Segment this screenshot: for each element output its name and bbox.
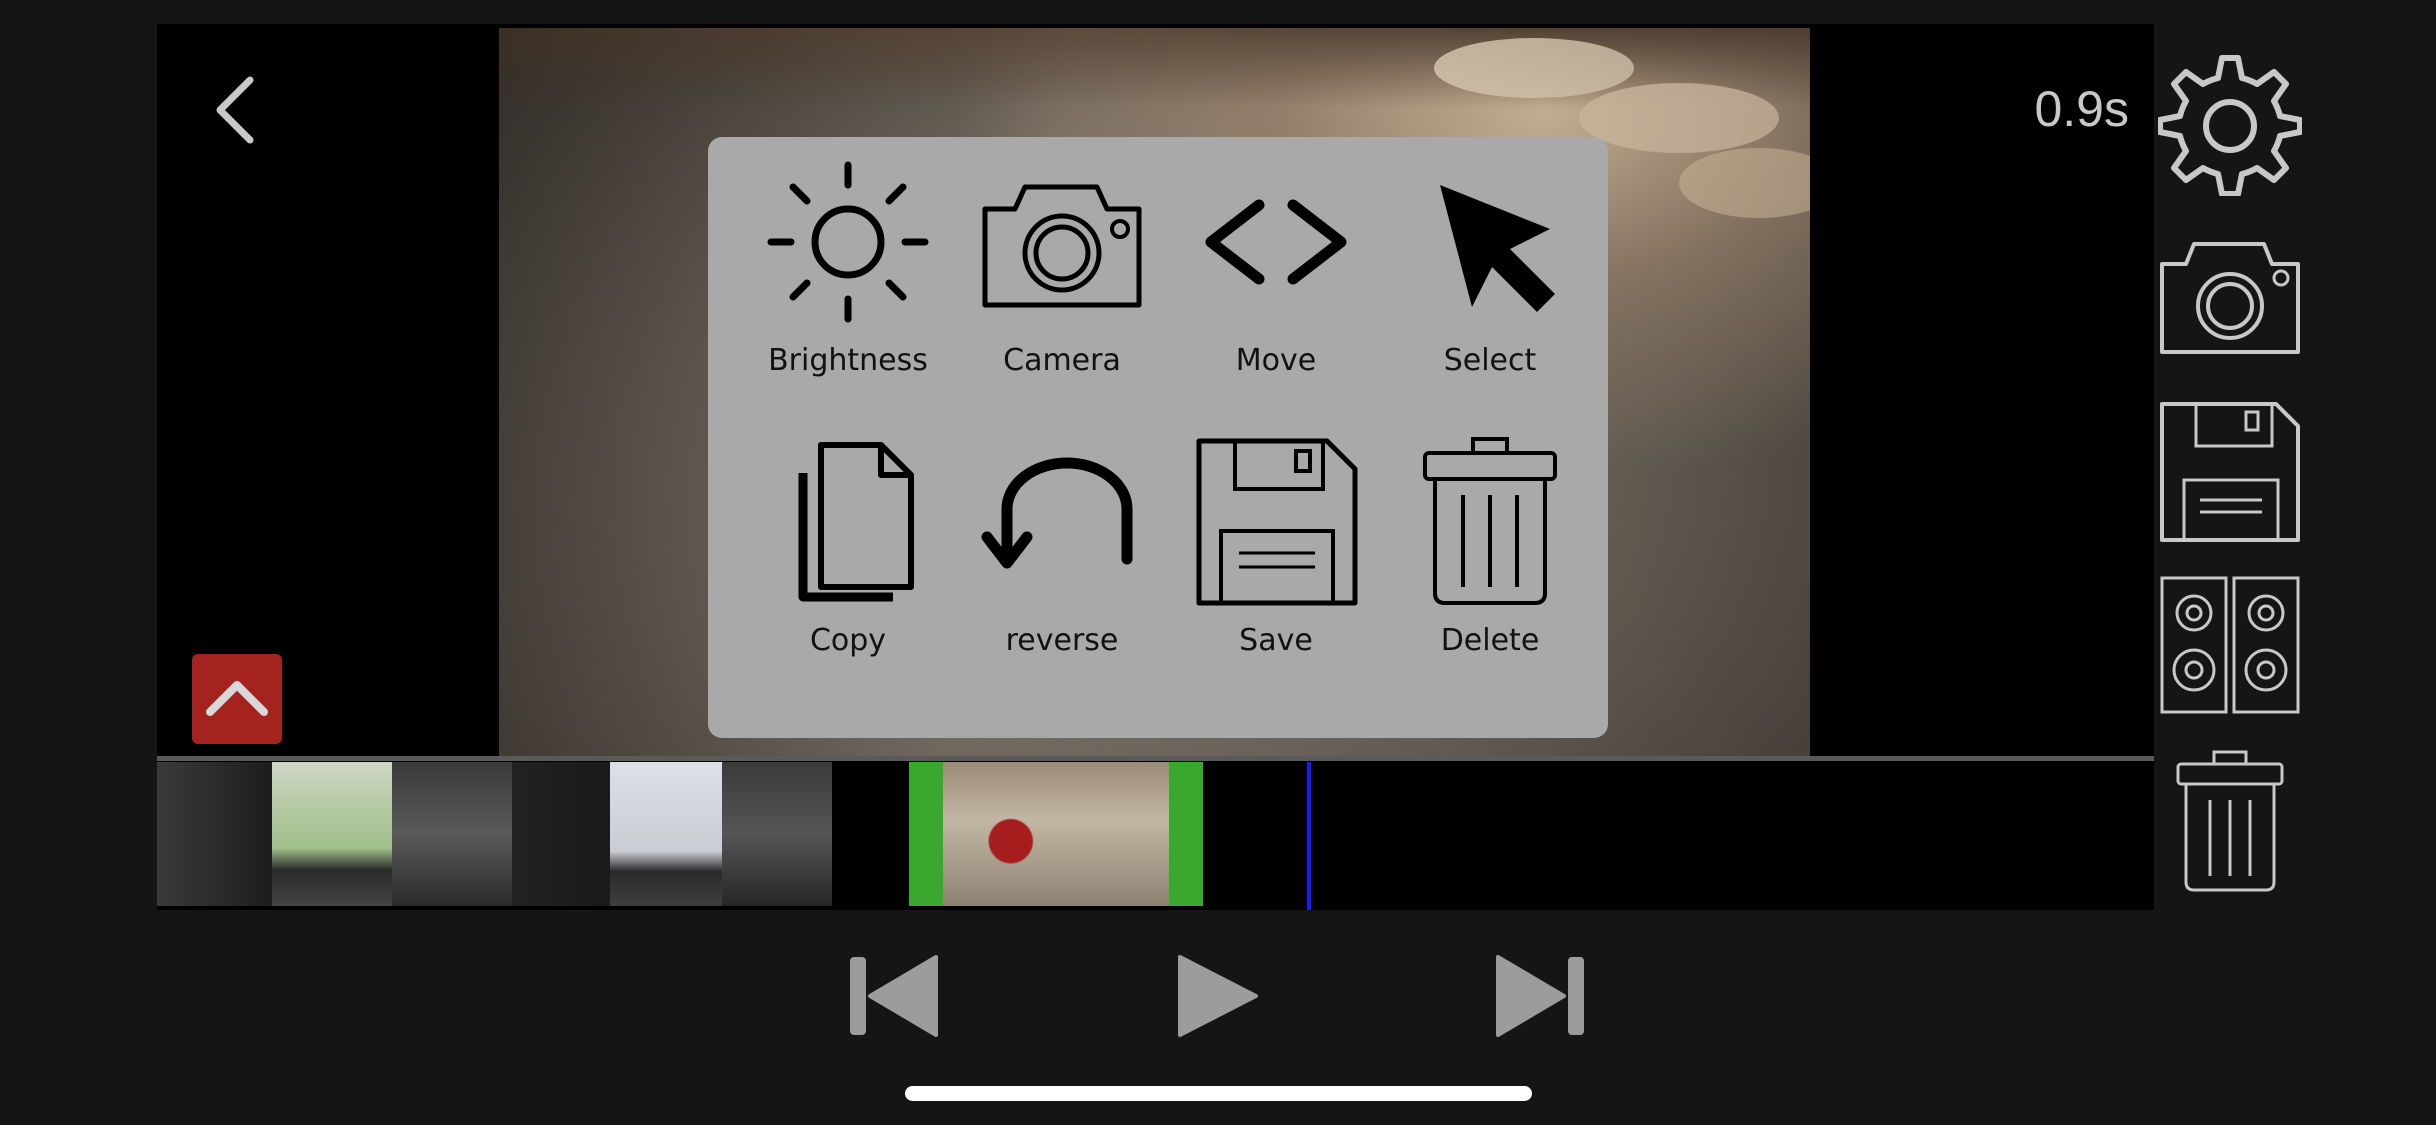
speakers-icon: [2160, 576, 2300, 714]
floppy-disk-icon: [1196, 438, 1358, 606]
menu-item-copy[interactable]: Copy: [748, 437, 948, 667]
camera-button[interactable]: [2158, 238, 2302, 363]
chevron-left-icon: [216, 76, 254, 144]
menu-item-label: reverse: [1005, 623, 1119, 658]
playhead[interactable]: [1307, 762, 1311, 910]
timeline-thumbnail[interactable]: [610, 762, 722, 906]
reverse-arrow-icon: [981, 457, 1133, 569]
skip-forward-button[interactable]: [1496, 955, 1586, 1042]
timeline-divider: [157, 756, 2154, 761]
menu-item-label: Brightness: [768, 343, 928, 378]
menu-item-select[interactable]: Select: [1390, 157, 1590, 387]
timeline-strip[interactable]: [157, 756, 2154, 910]
settings-button[interactable]: [2157, 52, 2303, 201]
home-indicator[interactable]: [905, 1086, 1532, 1101]
menu-item-label: Delete: [1440, 623, 1540, 658]
gear-icon: [2157, 55, 2303, 197]
floppy-disk-icon: [2160, 402, 2300, 542]
clip-start-handle[interactable]: [909, 762, 943, 906]
expand-panel-button[interactable]: [192, 654, 282, 744]
skip-forward-icon: [1496, 955, 1584, 1037]
trash-icon: [2176, 750, 2284, 892]
back-button[interactable]: [200, 70, 280, 150]
timeline-thumbnail[interactable]: [157, 762, 272, 906]
menu-item-brightness[interactable]: Brightness: [748, 157, 948, 387]
save-button[interactable]: [2158, 400, 2302, 549]
tools-menu-popup: Brightness Camera Move Select Copy rever…: [708, 137, 1608, 738]
copy-icon: [798, 442, 914, 602]
menu-item-reverse[interactable]: reverse: [962, 437, 1162, 667]
menu-item-move[interactable]: Move: [1176, 157, 1376, 387]
menu-item-label: Copy: [809, 623, 887, 658]
trash-icon: [1423, 437, 1557, 605]
timeline-thumbnail[interactable]: [272, 762, 392, 906]
timeline-thumbnail[interactable]: [512, 762, 610, 906]
timeline-thumbnail[interactable]: [392, 762, 512, 906]
audio-button[interactable]: [2158, 576, 2302, 721]
clip-end-handle[interactable]: [1169, 762, 1203, 906]
camera-icon: [982, 184, 1142, 308]
menu-item-label: Save: [1239, 623, 1313, 658]
camera-icon: [2160, 242, 2300, 354]
menu-item-camera[interactable]: Camera: [962, 157, 1162, 387]
chevron-up-icon: [206, 681, 268, 716]
timeline-thumbnail[interactable]: [722, 762, 832, 906]
cursor-icon: [1440, 185, 1555, 312]
skip-back-button[interactable]: [848, 955, 938, 1042]
timeline-selected-clip[interactable]: [943, 762, 1169, 906]
duration-label: 0.9s: [2034, 81, 2129, 137]
sun-icon: [767, 161, 929, 323]
menu-item-save[interactable]: Save: [1176, 437, 1376, 667]
move-arrows-icon: [1205, 199, 1347, 285]
delete-button[interactable]: [2170, 750, 2290, 899]
menu-item-label: Camera: [1003, 343, 1121, 378]
play-button[interactable]: [1176, 953, 1260, 1044]
menu-item-delete[interactable]: Delete: [1390, 437, 1590, 667]
play-icon: [1178, 955, 1258, 1037]
menu-item-label: Select: [1443, 343, 1537, 378]
menu-item-label: Move: [1235, 343, 1317, 378]
skip-back-icon: [850, 955, 938, 1037]
